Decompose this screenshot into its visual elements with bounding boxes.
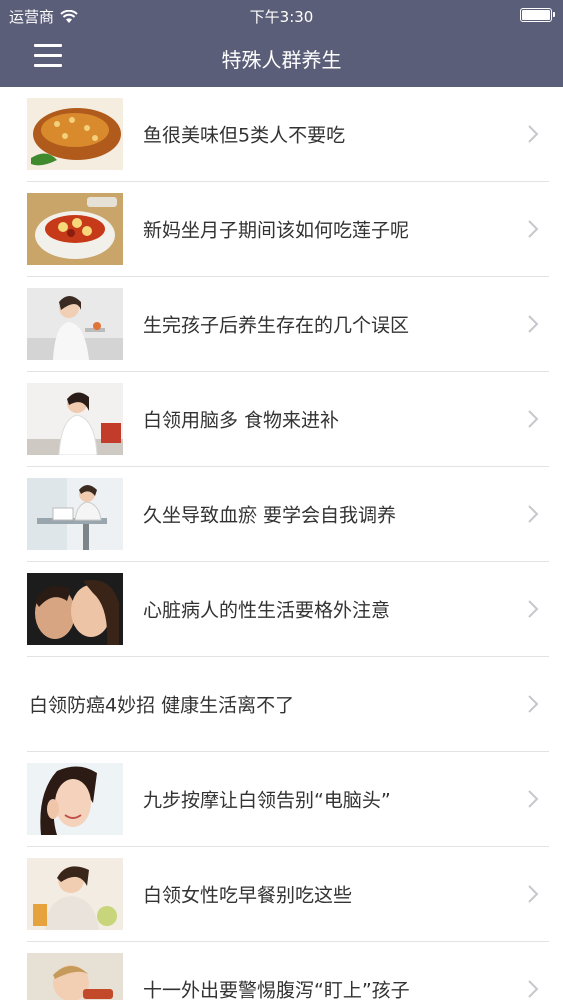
chevron-right-icon: [528, 220, 539, 238]
item-title: 九步按摩让白领告别“电脑头”: [143, 789, 391, 812]
item-title: 白领防癌4妙招 健康生活离不了: [29, 694, 295, 717]
list-item[interactable]: 十一外出要警惕腹泻“盯上”孩子: [27, 942, 549, 1000]
item-title: 十一外出要警惕腹泻“盯上”孩子: [143, 979, 410, 1000]
item-title: 白领女性吃早餐别吃这些: [143, 884, 353, 907]
list-item[interactable]: 白领用脑多 食物来进补: [27, 372, 549, 467]
status-bar: 运营商 下午3:30: [0, 0, 563, 30]
nav-bar: 特殊人群养生: [0, 30, 563, 87]
chevron-right-icon: [528, 885, 539, 903]
page-title: 特殊人群养生: [221, 48, 342, 72]
chevron-right-icon: [528, 695, 539, 713]
list-item[interactable]: 生完孩子后养生存在的几个误区: [27, 277, 549, 372]
woman-eating-thumbnail: [27, 288, 123, 360]
list-item[interactable]: 鱼很美味但5类人不要吃: [27, 87, 549, 182]
chevron-right-icon: [528, 980, 539, 998]
list-item[interactable]: 白领女性吃早餐别吃这些: [27, 847, 549, 942]
child-eating-thumbnail: [27, 953, 123, 1000]
woman-face-massage-thumbnail: [27, 763, 123, 835]
lotus-seed-soup-thumbnail: [27, 193, 123, 265]
item-title: 白领用脑多 食物来进补: [143, 409, 340, 432]
status-time: 下午3:30: [249, 8, 314, 26]
item-title: 生完孩子后养生存在的几个误区: [143, 314, 410, 337]
office-woman-thumbnail: [27, 383, 123, 455]
fish-dish-thumbnail: [27, 98, 123, 170]
item-title: 新妈坐月子期间该如何吃莲子呢: [143, 219, 410, 242]
list-item[interactable]: 九步按摩让白领告别“电脑头”: [27, 752, 549, 847]
list-item[interactable]: 白领防癌4妙招 健康生活离不了: [27, 657, 549, 752]
couple-kissing-thumbnail: [27, 573, 123, 645]
woman-at-desk-thumbnail: [27, 478, 123, 550]
item-title: 鱼很美味但5类人不要吃: [143, 124, 346, 147]
chevron-right-icon: [528, 505, 539, 523]
list-item[interactable]: 久坐导致血瘀 要学会自我调养: [27, 467, 549, 562]
chevron-right-icon: [528, 790, 539, 808]
list-item[interactable]: 心脏病人的性生活要格外注意: [27, 562, 549, 657]
item-title: 心脏病人的性生活要格外注意: [143, 599, 391, 622]
list-item[interactable]: 新妈坐月子期间该如何吃莲子呢: [27, 182, 549, 277]
chevron-right-icon: [528, 600, 539, 618]
woman-breakfast-thumbnail: [27, 858, 123, 930]
article-list: 鱼很美味但5类人不要吃 新妈坐月子期间该如何吃莲子呢 生完孩子后养生存在的几个误…: [0, 87, 563, 1000]
battery-icon: [520, 8, 555, 22]
chevron-right-icon: [528, 125, 539, 143]
chevron-right-icon: [528, 410, 539, 428]
header-bar: 运营商 下午3:30 特殊人群养生: [0, 0, 563, 87]
item-title: 久坐导致血瘀 要学会自我调养: [143, 504, 397, 527]
chevron-right-icon: [528, 315, 539, 333]
